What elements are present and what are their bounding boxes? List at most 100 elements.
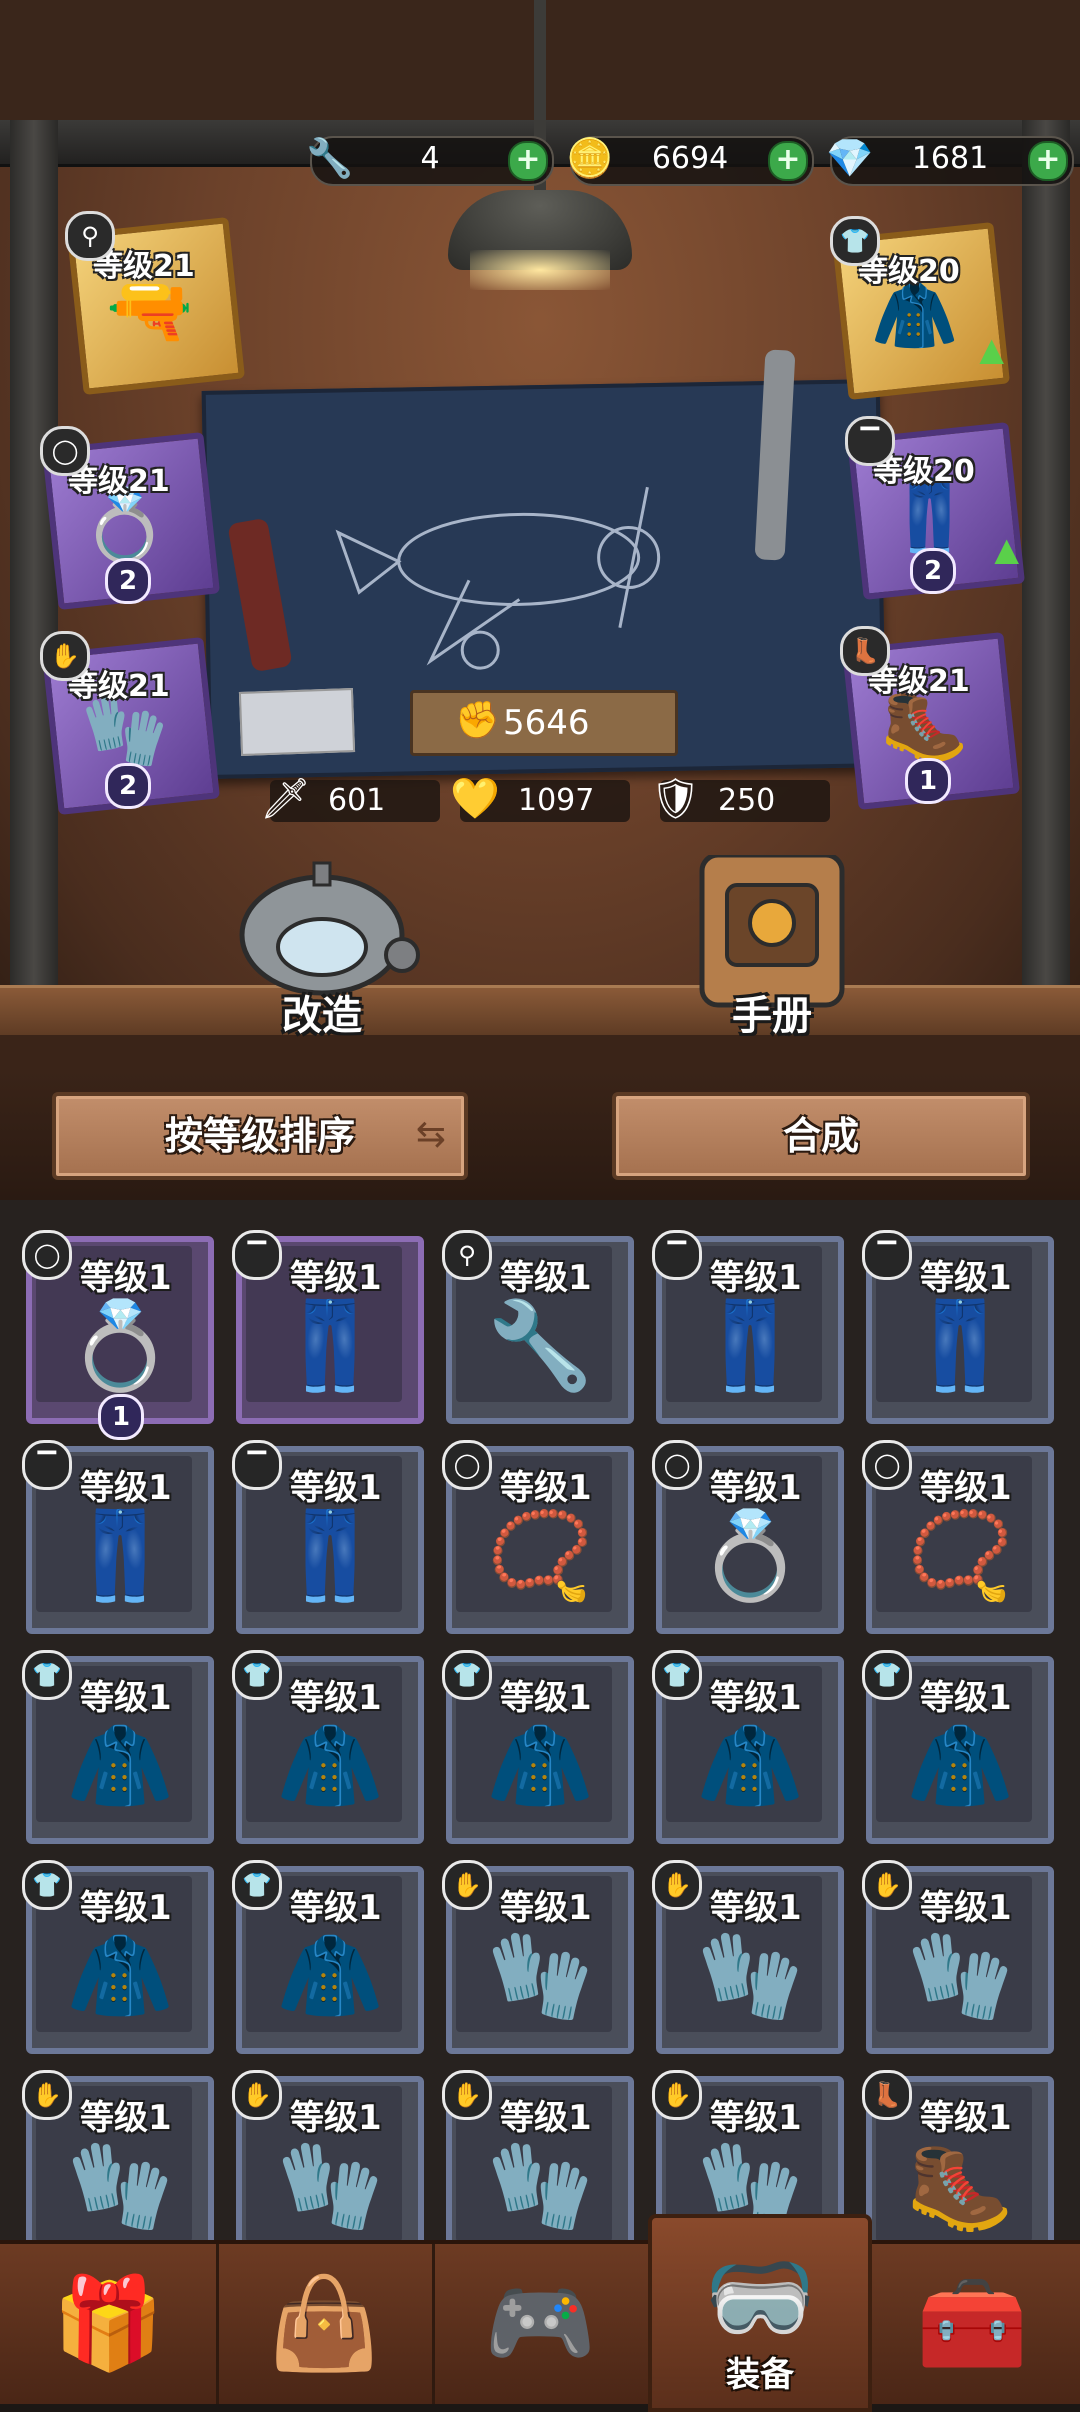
item-level: 等级1 <box>920 1888 1012 1928</box>
item-level: 等级1 <box>500 2098 592 2138</box>
glove-icon: ✋ <box>652 1860 702 1910</box>
item-level: 等级1 <box>80 1888 172 1928</box>
item-art-icon: 🧤 <box>66 2136 174 2236</box>
workbench-counter <box>0 985 1080 1038</box>
item-level: 等级1 <box>80 2098 172 2138</box>
add-currency-button[interactable]: + <box>1028 141 1068 181</box>
equipped-boots-slot[interactable]: 🥾 等级21 👢 1 <box>840 626 1021 811</box>
ring-icon: ◯ <box>40 426 90 476</box>
glove-icon: ✋ <box>232 2070 282 2120</box>
item-level: 等级1 <box>710 1468 802 1508</box>
inventory-item[interactable]: 🧥 等级1 👕 <box>232 1650 424 1844</box>
item-count-badge: 2 <box>105 558 151 604</box>
item-art-icon: 🧥 <box>276 1926 384 2026</box>
equipped-weapon-slot[interactable]: 🔫 等级21 ⚲ <box>65 211 246 396</box>
item-art-icon: 🔧 <box>486 1296 594 1396</box>
sticky-note <box>238 688 356 756</box>
nav-controller[interactable]: 🎮 <box>432 2244 651 2404</box>
inventory-item[interactable]: 🧤 等级1 ✋ <box>22 2070 214 2240</box>
add-currency-button[interactable]: + <box>768 141 808 181</box>
add-currency-button[interactable]: + <box>508 141 548 181</box>
sort-label: 按等级排序 <box>164 1114 355 1158</box>
inventory-item[interactable]: 👖 等级1 ▔ <box>232 1230 424 1424</box>
inventory-item[interactable]: 🧥 等级1 👕 <box>22 1860 214 2054</box>
nav-equipment[interactable]: 🥽 装备 <box>648 2214 872 2412</box>
item-count-badge: 2 <box>910 548 956 594</box>
upgrade-arrow-icon: ▲ <box>994 530 1019 568</box>
item-art-icon: 🧥 <box>486 1716 594 1816</box>
item-art-icon: 🧤 <box>696 1926 804 2026</box>
inventory-item[interactable]: 🧥 等级1 👕 <box>442 1650 634 1844</box>
treasure-chest-icon: 🎁 <box>51 2271 165 2376</box>
inventory-item[interactable]: 🧤 等级1 ✋ <box>862 1860 1054 2054</box>
glove-icon: ✋ <box>652 2070 702 2120</box>
item-art-icon: 👖 <box>276 1296 384 1396</box>
item-level: 等级1 <box>80 1678 172 1718</box>
inventory-item[interactable]: 🧥 等级1 👕 <box>862 1650 1054 1844</box>
heart-icon: 💛 <box>450 776 500 822</box>
workshop-scene: 🔧 4 + 🪙 6694 + 💎 1681 + ✊ 5646 🗡 601 💛 1097 🛡 250 🔫 等级… <box>0 0 1080 1070</box>
boot-icon: 👢 <box>840 626 890 676</box>
shirt-icon: 👕 <box>652 1650 702 1700</box>
equipped-armor-slot[interactable]: 🧥 等级20 👕 ▲ <box>830 216 1011 401</box>
item-art-icon: 🧤 <box>276 2136 384 2236</box>
item-level: 等级1 <box>920 2098 1012 2138</box>
inventory-item[interactable]: 🧤 等级1 ✋ <box>232 2070 424 2240</box>
inventory-item[interactable]: 🧥 等级1 👕 <box>652 1650 844 1844</box>
key-icon: ⚲ <box>442 1230 492 1280</box>
nav-label: 装备 <box>726 2355 794 2395</box>
nav-bag[interactable]: 👜 <box>216 2244 435 2404</box>
item-level: 等级1 <box>500 1888 592 1928</box>
item-level: 等级1 <box>500 1678 592 1718</box>
equipped-pants-slot[interactable]: 👖 等级20 ▔ 2 ▲ <box>845 416 1026 601</box>
item-art-icon: 🧤 <box>906 1926 1014 2026</box>
item-art-icon: 🧥 <box>66 1716 174 1816</box>
inventory-item[interactable]: 👖 等级1 ▔ <box>232 1440 424 1634</box>
item-level: 等级1 <box>500 1468 592 1508</box>
inventory-item[interactable]: 🧤 等级1 ✋ <box>442 2070 634 2240</box>
pants-icon: ▔ <box>232 1440 282 1490</box>
glove-icon: ✋ <box>442 1860 492 1910</box>
inventory-item[interactable]: 📿 等级1 ◯ <box>862 1440 1054 1634</box>
inventory-item[interactable]: 🔧 等级1 ⚲ <box>442 1230 634 1424</box>
item-art-icon: 👖 <box>276 1506 384 1606</box>
inventory-item[interactable]: 👖 等级1 ▔ <box>862 1230 1054 1424</box>
inventory-item[interactable]: 💍 等级1 ◯ <box>652 1440 844 1634</box>
shirt-icon: 👕 <box>232 1650 282 1700</box>
inventory-item[interactable]: 🥾 等级1 👢 <box>862 2070 1054 2240</box>
inventory-item[interactable]: 🧥 等级1 👕 <box>232 1860 424 2054</box>
item-art-icon: 🥾 <box>906 2136 1014 2236</box>
equipped-glove-slot[interactable]: 🧤 等级21 ✋ 2 <box>40 631 221 816</box>
equipped-ring-slot[interactable]: 💍 等级21 ◯ 2 <box>40 426 221 611</box>
glove-icon: ✋ <box>22 2070 72 2120</box>
inventory-item[interactable]: 📿 等级1 ◯ <box>442 1440 634 1634</box>
power-value: 5646 <box>503 703 590 743</box>
inventory-item[interactable]: 🧥 等级1 👕 <box>22 1650 214 1844</box>
stat-value: 1097 <box>518 783 595 818</box>
item-art-icon: 💍 <box>696 1506 804 1606</box>
item-art-icon: 🧤 <box>486 1926 594 2026</box>
inventory-item[interactable]: 👖 等级1 ▔ <box>652 1230 844 1424</box>
craft-label: 合成 <box>782 1114 859 1158</box>
ring-icon: ◯ <box>862 1440 912 1490</box>
item-level: 等级1 <box>920 1258 1012 1298</box>
item-level: 等级1 <box>290 1468 382 1508</box>
sword-icon: 🗡 <box>260 776 311 822</box>
inventory-item[interactable]: 💍 等级1 ◯ 1 <box>22 1230 214 1440</box>
pants-icon: ▔ <box>845 416 895 466</box>
nav-treasure-chest[interactable]: 🎁 <box>0 2244 219 2404</box>
shirt-icon: 👕 <box>830 216 880 266</box>
inventory-item[interactable]: 👖 等级1 ▔ <box>22 1440 214 1634</box>
inventory-item[interactable]: 🧤 等级1 ✋ <box>442 1860 634 2054</box>
lamp-glow <box>470 250 610 290</box>
inventory-item[interactable]: 🧤 等级1 ✋ <box>652 1860 844 2054</box>
shirt-icon: 👕 <box>442 1650 492 1700</box>
item-level: 等级1 <box>710 1888 802 1928</box>
inventory-grid: 💍 等级1 ◯ 1 👖 等级1 ▔ 🔧 等级1 ⚲ 👖 等级1 ▔ 👖 等级1 ▔ 👖 等级1 ▔ 👖 等级1 ▔ 📿 等级1… <box>0 1200 1080 2240</box>
sort-by-level-button[interactable]: 按等级排序 ⇆ <box>52 1092 468 1180</box>
item-level: 等级1 <box>500 1258 592 1298</box>
handbook-label: 手册 <box>732 993 812 1039</box>
nav-shop[interactable]: 🧰 <box>864 2244 1080 2404</box>
craft-button[interactable]: 合成 <box>612 1092 1030 1180</box>
item-level: 等级1 <box>710 2098 802 2138</box>
